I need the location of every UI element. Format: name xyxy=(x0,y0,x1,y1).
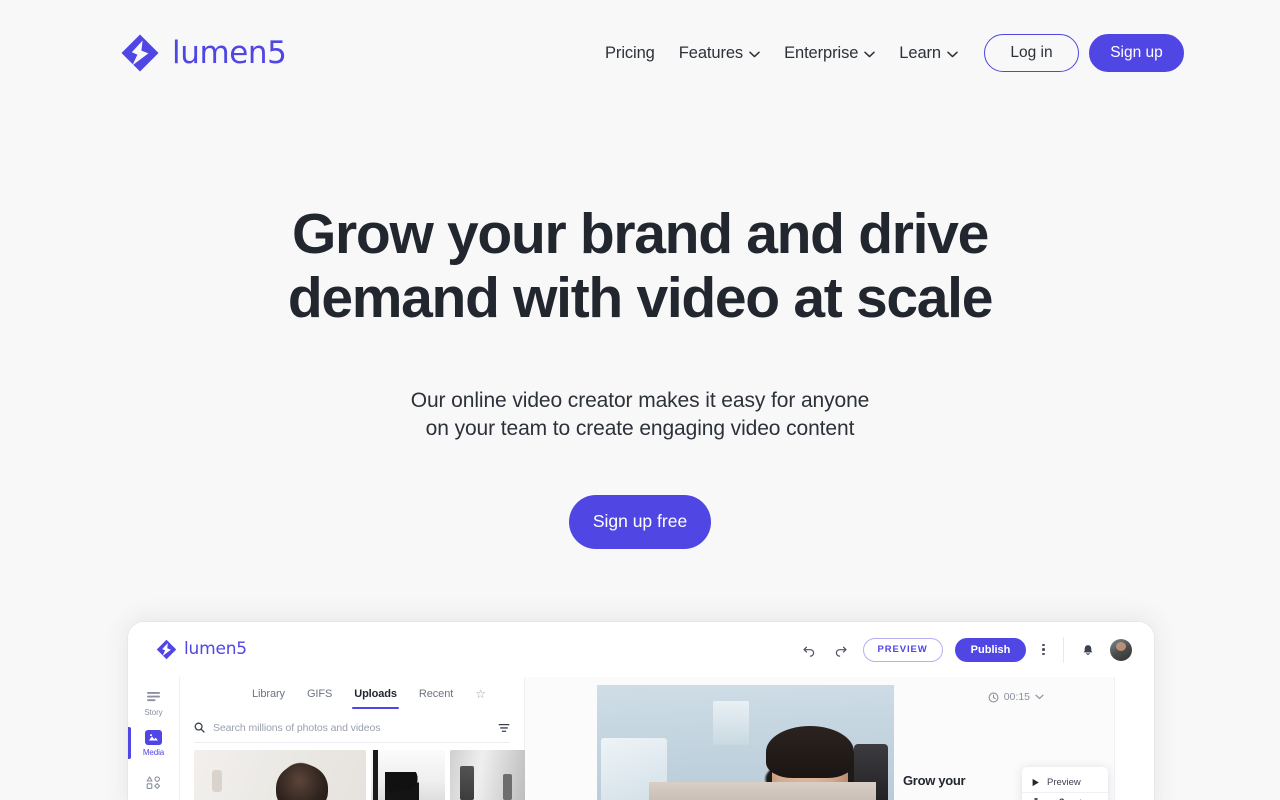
nav-item-pricing-label: Pricing xyxy=(605,43,655,62)
scene-shelf xyxy=(713,701,749,745)
app-body: Story Media Library GIFS Uploads Recent … xyxy=(128,677,1154,800)
play-icon xyxy=(1031,778,1040,787)
hero-subtitle: Our online video creator makes it easy f… xyxy=(0,387,1280,443)
scene-preview-label: Preview xyxy=(1047,777,1081,788)
publish-button[interactable]: Publish xyxy=(954,637,1027,662)
app-brand-name: lumen5 xyxy=(184,639,247,659)
nav-item-enterprise[interactable]: Enterprise xyxy=(784,43,876,62)
tab-uploads[interactable]: Uploads xyxy=(352,688,399,709)
topbar-divider xyxy=(1063,636,1064,663)
media-icon xyxy=(145,729,162,745)
nav-item-features[interactable]: Features xyxy=(679,45,760,62)
login-button[interactable]: Log in xyxy=(984,34,1079,72)
hero-cta-wrapper: Sign up free xyxy=(0,495,1280,550)
app-right-rail xyxy=(1114,677,1154,800)
nav-item-enterprise-label: Enterprise xyxy=(784,43,859,62)
scene-duration[interactable]: 00:15 xyxy=(988,691,1044,703)
chevron-down-icon[interactable] xyxy=(1035,694,1044,700)
canvas-scene-text[interactable]: Grow your xyxy=(903,773,966,788)
header-actions: Log in Sign up xyxy=(984,34,1184,72)
preview-button[interactable]: PREVIEW xyxy=(862,637,943,662)
story-icon xyxy=(145,690,162,705)
hero-subtitle-line-1: Our online video creator makes it easy f… xyxy=(410,388,870,412)
search-icon xyxy=(194,722,205,733)
search-input[interactable]: Search millions of photos and videos xyxy=(213,722,490,734)
brand-name: lumen5 xyxy=(172,34,287,71)
sidebar-item-elements[interactable] xyxy=(128,763,179,800)
signup-button[interactable]: Sign up xyxy=(1089,34,1184,72)
chevron-down-icon xyxy=(947,51,958,58)
scene-preview-action[interactable]: Preview xyxy=(1022,773,1108,792)
scene-foreground-bar xyxy=(649,782,876,800)
chevron-down-icon xyxy=(749,51,760,58)
app-brand-logo[interactable]: lumen5 xyxy=(156,639,247,660)
product-screenshot-mockup: lumen5 PREVIEW Publish Story Media Libra… xyxy=(128,622,1154,800)
media-library-panel: Library GIFS Uploads Recent ☆ Search mil… xyxy=(180,677,528,800)
brand-logo-link[interactable]: lumen5 xyxy=(120,32,287,74)
sidebar-item-story-label: Story xyxy=(144,707,163,717)
lumen5-diamond-logo-icon xyxy=(120,33,160,73)
hero-section: Grow your brand and drive demand with vi… xyxy=(0,106,1280,550)
nav-item-pricing[interactable]: Pricing xyxy=(605,45,655,62)
thumbnail-interior[interactable] xyxy=(450,750,528,800)
tab-gifs[interactable]: GIFS xyxy=(307,688,332,700)
main-navigation: Pricing Features Enterprise Learn xyxy=(605,45,958,62)
hero-title-line-2: demand with video at scale xyxy=(287,266,994,331)
scene-duration-stepper: - 3s + xyxy=(1022,792,1108,800)
app-topbar-actions: PREVIEW Publish xyxy=(799,636,1132,663)
scene-options-popover: Preview - 3s + xyxy=(1022,767,1108,800)
nav-item-features-label: Features xyxy=(678,43,744,62)
nav-item-learn-label: Learn xyxy=(899,43,941,62)
page-title: Grow your brand and drive demand with vi… xyxy=(0,202,1280,331)
redo-icon[interactable] xyxy=(831,640,851,660)
avatar[interactable] xyxy=(1110,638,1132,661)
tab-library[interactable]: Library xyxy=(252,688,285,700)
canvas-scene-image[interactable] xyxy=(597,685,894,800)
kebab-menu-icon[interactable] xyxy=(1038,642,1049,658)
thumbnail-woman-smiling[interactable] xyxy=(194,750,366,800)
sidebar-item-story[interactable]: Story xyxy=(128,683,179,723)
landing-page: lumen5 Pricing Features Enterprise Learn xyxy=(0,0,1280,800)
library-tabs: Library GIFS Uploads Recent ☆ xyxy=(194,677,510,711)
clock-icon xyxy=(988,692,999,703)
media-thumbnail-grid xyxy=(194,750,528,800)
elements-grid-icon xyxy=(145,776,162,791)
site-header: lumen5 Pricing Features Enterprise Learn xyxy=(0,0,1280,106)
signup-free-button[interactable]: Sign up free xyxy=(569,495,711,550)
sidebar-item-media-label: Media xyxy=(142,747,165,757)
nav-item-learn[interactable]: Learn xyxy=(899,45,958,62)
lumen5-diamond-logo-icon xyxy=(156,639,177,660)
app-topbar: lumen5 PREVIEW Publish xyxy=(128,622,1154,677)
tab-recent[interactable]: Recent xyxy=(419,688,453,700)
thumbnail-people-silhouettes[interactable] xyxy=(371,750,445,800)
app-left-rail: Story Media xyxy=(128,677,180,800)
scene-person-hair xyxy=(766,726,854,778)
bell-icon[interactable] xyxy=(1078,640,1098,660)
star-icon[interactable]: ☆ xyxy=(475,688,486,700)
filter-icon[interactable] xyxy=(498,723,510,733)
hero-title-line-1: Grow your brand and drive xyxy=(292,202,989,266)
hero-subtitle-line-2: on your team to create engaging video co… xyxy=(425,416,855,440)
undo-icon[interactable] xyxy=(799,640,819,660)
video-canvas: 00:15 Grow your Preview xyxy=(525,677,1154,800)
media-search-bar[interactable]: Search millions of photos and videos xyxy=(194,713,510,743)
chevron-down-icon xyxy=(864,51,876,58)
sidebar-item-media[interactable]: Media xyxy=(128,723,179,763)
scene-duration-value: 00:15 xyxy=(1003,691,1030,703)
